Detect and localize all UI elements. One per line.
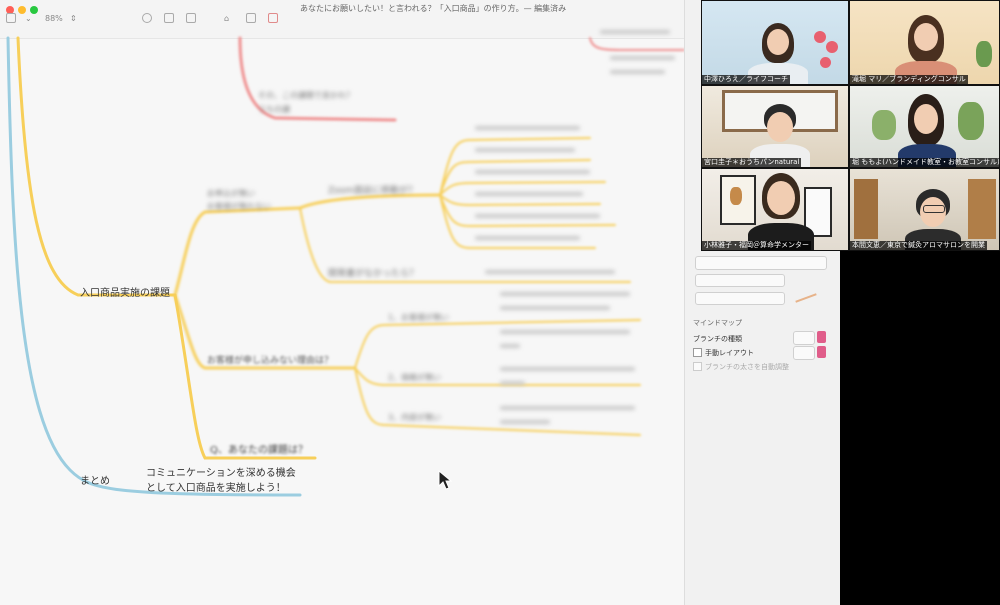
blurred-node-dev[interactable]: 開発書がなかったら？ — [328, 266, 418, 279]
style-dropdown[interactable] — [695, 256, 827, 270]
blurred-node-left-2[interactable]: お客様が無れない — [207, 201, 271, 212]
layout-select[interactable] — [793, 346, 815, 360]
blurred-sub-2[interactable]: 2、価格が無い — [388, 372, 441, 383]
branch-type-label: ブランチの種類 — [693, 335, 742, 343]
participant-tile-3[interactable]: 宮口圭子＊おうちパンnatural — [701, 85, 849, 168]
participant-tile-2[interactable]: 滝堀 マリ／ブランディングコンサル — [849, 0, 1000, 85]
branch-summary-label[interactable]: まとめ — [80, 472, 110, 487]
line-color-swatch[interactable] — [795, 293, 817, 303]
blurred-red-2[interactable]: うちの課 — [258, 104, 290, 115]
yellow-root-line — [16, 36, 177, 297]
blurred-red-1[interactable]: その、この課題で良かれ？ — [258, 90, 354, 101]
layout-stepper[interactable] — [817, 346, 826, 358]
participant-tile-1[interactable]: 中澤ひろえ／ライフコーチ — [701, 0, 849, 85]
participant-tile-4[interactable]: 堀 ももよ(ハンドメイド教室・お教室コンサル) — [849, 85, 1000, 168]
summary-text-line1[interactable]: コミュニケーションを深める機会 — [146, 464, 296, 479]
auto-size-checkbox[interactable] — [693, 362, 702, 371]
mouse-cursor-icon — [438, 470, 452, 490]
participant-name-6: 本間文恵／東京で鍼灸アロマサロンを開業 — [850, 241, 987, 250]
branch-type-stepper[interactable] — [817, 331, 826, 343]
question-branch-line — [173, 293, 317, 460]
mindmap-canvas[interactable]: ⌄ 88% ⇕ ⌂ あなたにお願いしたい！と言われる？「入口商品」の作り方。— … — [0, 0, 700, 605]
branch-type-select[interactable] — [793, 331, 815, 345]
summary-text-line2[interactable]: として入口商品を実施しよう！ — [146, 479, 286, 494]
mindmap-section-label: マインドマップ — [693, 319, 742, 327]
manual-layout-checkbox[interactable] — [693, 348, 702, 357]
empty-video-area — [840, 251, 1000, 605]
customers-node[interactable]: お客様が申し込みない理由は？ — [207, 353, 333, 366]
blurred-sub-1[interactable]: 1、お客様が無い — [388, 312, 449, 323]
participant-name-3: 宮口圭子＊おうちパンnatural — [702, 158, 802, 167]
manual-layout-label: 手動レイアウト — [705, 349, 754, 357]
participant-tile-6[interactable]: 本間文恵／東京で鍼灸アロマサロンを開業 — [849, 168, 1000, 251]
blurred-node-left-1[interactable]: お申込が無い — [207, 188, 255, 199]
participant-tile-5[interactable]: 小林雅子・福岡＠算命学メンター — [701, 168, 849, 251]
participant-name-5: 小林雅子・福岡＠算命学メンター — [702, 241, 811, 250]
text-style-buttons[interactable] — [695, 274, 785, 287]
blurred-sub-3[interactable]: 3、内容が無い — [388, 412, 441, 423]
participant-name-1: 中澤ひろえ／ライフコーチ — [702, 75, 790, 84]
branch-issue-label[interactable]: 入口商品実施の課題 — [80, 284, 170, 299]
participant-name-4: 堀 ももよ(ハンドメイド教室・お教室コンサル) — [850, 158, 1000, 167]
question-node[interactable]: Q、あなたの課題は？ — [210, 441, 308, 456]
alignment-buttons[interactable] — [695, 292, 785, 305]
participant-name-2: 滝堀 マリ／ブランディングコンサル — [850, 75, 968, 84]
auto-size-label: ブランチの太さを自動調整 — [705, 363, 789, 371]
blurred-node-top[interactable]: Zoom面談に移動が？ — [328, 183, 417, 196]
